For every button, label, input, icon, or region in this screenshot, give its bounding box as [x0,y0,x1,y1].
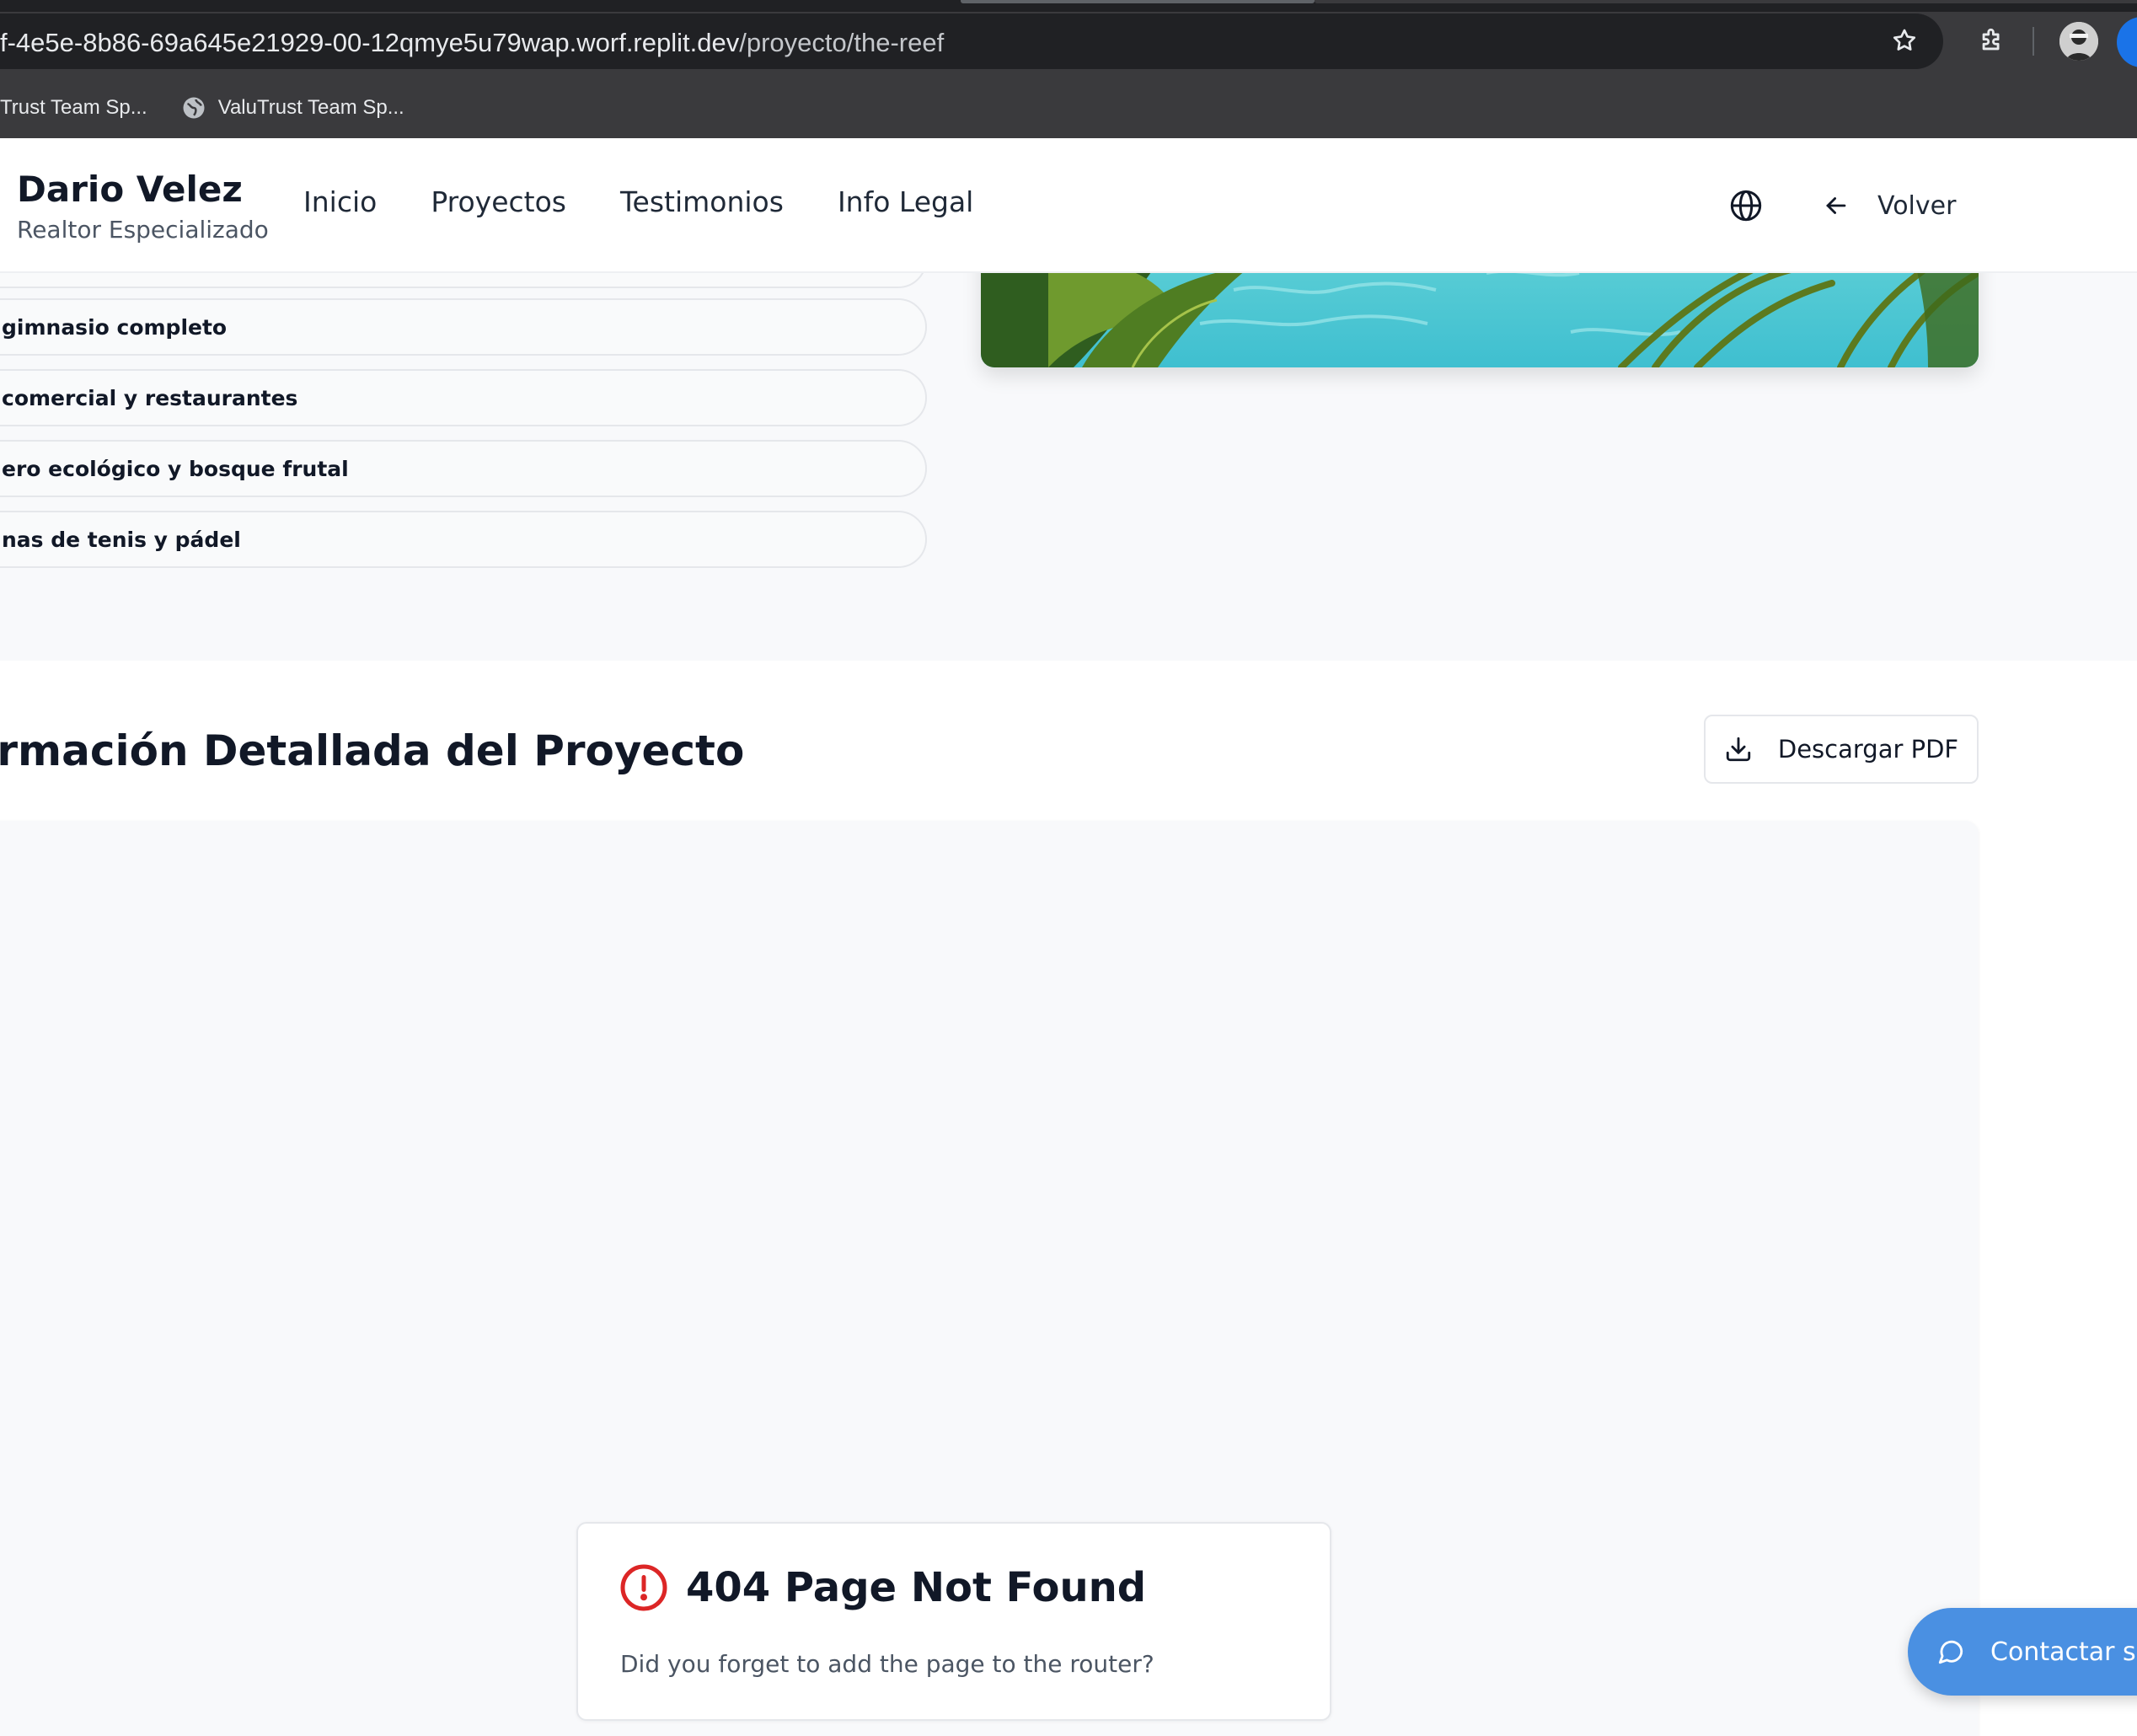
bookmark-star-icon[interactable] [1889,25,1920,56]
bookmark-label: ValuTrust Team Sp... [217,96,404,119]
account-avatar-icon[interactable] [2117,17,2137,67]
profile-avatar-icon[interactable] [2059,22,2098,61]
main-nav: Inicio Proyectos Testimonios Info Legal [303,185,973,218]
nav-proyectos[interactable]: Proyectos [431,185,566,218]
bookmarks-bar: Trust Team Sp... ValuTrust Team Sp... [0,84,404,131]
alert-circle-icon [620,1564,667,1611]
tab-indicator [961,0,1315,3]
extensions-icon[interactable] [1975,24,2009,57]
amenity-pill: gimnasio completo [0,298,927,356]
url-text[interactable]: f-4e5e-8b86-69a645e21929-00-12qmye5u79wa… [0,15,944,71]
not-found-title: 404 Page Not Found [619,1562,1146,1613]
tab-active[interactable] [1315,0,2137,3]
back-label: Volver [1877,190,1957,221]
back-button[interactable]: Volver [1822,180,1956,231]
toolbar-divider [2033,27,2034,56]
download-icon [1726,737,1751,762]
tab-strip [0,0,2137,12]
bookmark-item[interactable]: ValuTrust Team Sp... [181,95,404,121]
amenity-pill [0,273,927,288]
arrow-left-icon [1826,197,1846,214]
brand-name[interactable]: Dario Velez [17,169,243,210]
amenity-label: ero ecológico y bosque frutal [2,456,349,481]
nav-info-legal[interactable]: Info Legal [838,185,973,218]
bookmark-item[interactable]: Trust Team Sp... [0,96,147,120]
not-found-message: Did you forget to add the page to the ro… [620,1650,1154,1678]
project-pool-image [981,273,1979,367]
bookmark-label: Trust Team Sp... [0,96,147,119]
browser-chrome: f-4e5e-8b86-69a645e21929-00-12qmye5u79wa… [0,0,2137,138]
amenity-label: nas de tenis y pádel [2,527,241,552]
url-host: f-4e5e-8b86-69a645e21929-00-12qmye5u79wa… [0,28,740,57]
amenity-label: gimnasio completo [2,314,228,340]
nav-inicio[interactable]: Inicio [303,185,377,218]
nav-testimonios[interactable]: Testimonios [620,185,784,218]
amenity-pill: nas de tenis y pádel [0,511,927,568]
site-header: Dario Velez Realtor Especializado Inicio… [0,138,2137,273]
brand-subtitle: Realtor Especializado [17,216,269,244]
url-path: /proyecto/the-reef [739,28,945,57]
amenity-label: comercial y restaurantes [2,385,298,410]
chat-bubble-icon [1938,1640,1963,1664]
download-pdf-button[interactable]: Descargar PDF [1704,715,1979,784]
not-found-title-text: 404 Page Not Found [686,1564,1147,1611]
amenity-pill: ero ecológico y bosque frutal [0,440,927,497]
section-title: ormación Detallada del Proyecto [0,726,745,775]
not-found-card: 404 Page Not Found Did you forget to add… [576,1522,1331,1721]
amenity-pill: comercial y restaurantes [0,369,927,426]
contact-button[interactable]: Contactar sol [1908,1608,2137,1696]
amenities-section: gimnasio completo comercial y restaurant… [0,273,2137,661]
globe-icon [183,97,205,119]
download-label: Descargar PDF [1777,735,1959,764]
contact-label: Contactar sol [1990,1637,2137,1667]
language-globe-icon[interactable] [1729,189,1763,222]
